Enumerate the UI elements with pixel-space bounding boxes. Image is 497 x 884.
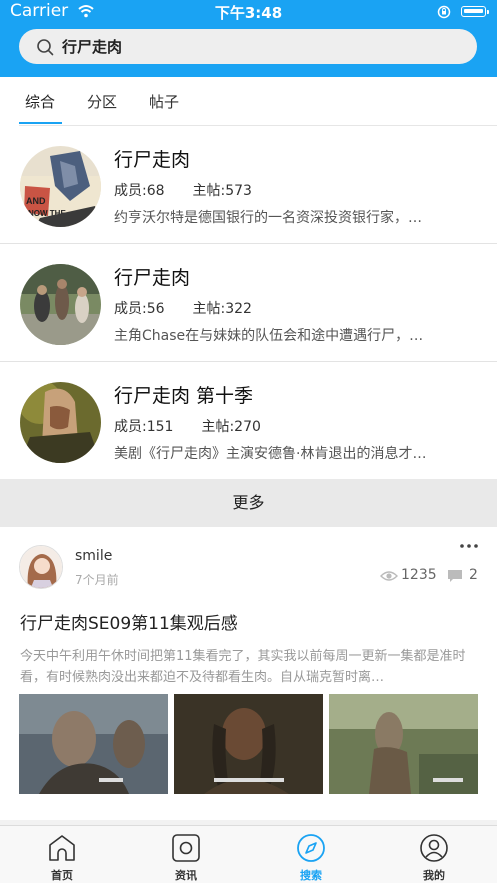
status-time: 下午3:48 — [214, 4, 283, 22]
tab-bar: 综合 分区 帖子 — [19, 77, 497, 126]
compass-icon — [297, 834, 325, 862]
nav-item-news[interactable]: 资讯 — [146, 826, 226, 884]
comment-icon — [448, 570, 462, 582]
post-title[interactable]: 行尸走肉SE09第11集观后感 — [20, 609, 238, 634]
profile-icon — [420, 834, 448, 862]
battery-icon — [461, 6, 489, 17]
group-members: 成员:68 — [114, 183, 165, 199]
search-bar[interactable]: 行尸走肉 — [19, 29, 477, 64]
nav-label: 资讯 — [175, 869, 197, 882]
tab-sections[interactable]: 分区 — [87, 91, 117, 112]
post-image[interactable] — [19, 694, 168, 794]
group-members: 成员:56 — [114, 301, 165, 317]
tab-posts[interactable]: 帖子 — [149, 91, 179, 112]
post-image[interactable] — [174, 694, 323, 794]
tab-all[interactable]: 综合 — [25, 91, 55, 112]
nav-item-home[interactable]: 首页 — [22, 826, 102, 884]
group-posts: 主帖:573 — [192, 183, 252, 199]
group-stats: 成员:151 主帖:270 — [114, 416, 289, 436]
active-tab-indicator — [19, 122, 62, 124]
group-posts: 主帖:322 — [192, 301, 252, 317]
post-image[interactable] — [329, 694, 478, 794]
news-icon — [172, 834, 200, 862]
nav-label: 搜索 — [300, 869, 322, 882]
home-icon — [49, 835, 75, 861]
group-description: 主角Chase在与妹妹的队伍会和途中遭遇行尸，… — [114, 328, 424, 344]
group-members: 成员:151 — [114, 419, 174, 435]
post-card[interactable]: smile 7个月前 1235 2 行尸走肉SE09第11集观后感 今天中午利用… — [0, 527, 497, 820]
group-description: 美剧《行尸走肉》主演安德鲁·林肯退出的消息才… — [114, 446, 427, 462]
group-name: 行尸走肉 第十季 — [114, 385, 254, 407]
search-icon — [37, 39, 54, 56]
post-excerpt: 今天中午利用午休时间把第11集看完了，其实我以前每周一更新一集都是准时看，有时候… — [20, 649, 466, 685]
group-posts: 主帖:270 — [201, 419, 261, 435]
search-input[interactable]: 行尸走肉 — [62, 36, 122, 57]
group-item[interactable]: 行尸走肉 成员:56 主帖:322 主角Chase在与妹妹的队伍会和途中遭遇行尸，… — [0, 243, 497, 362]
status-bar: Carrier 下午3:48 — [0, 0, 497, 24]
nav-item-search[interactable]: 搜索 — [271, 826, 351, 884]
group-avatar — [20, 264, 101, 345]
rotation-lock-icon — [437, 5, 451, 19]
more-options-icon[interactable] — [458, 541, 480, 551]
svg-text:AND: AND — [26, 196, 46, 206]
post-username[interactable]: smile — [75, 548, 112, 564]
post-avatar[interactable] — [19, 545, 63, 589]
group-item[interactable]: AND NOW THE 行尸走肉 成员:68 主帖:573 约亨沃尔特是德国银行的… — [0, 125, 497, 244]
post-views: 1235 — [401, 567, 437, 583]
group-avatar — [20, 382, 101, 463]
header: Carrier 下午3:48 行尸走肉 — [0, 0, 497, 77]
bottom-nav: 首页 资讯 搜索 我的 — [0, 825, 497, 883]
nav-label: 首页 — [51, 869, 73, 882]
post-time: 7个月前 — [75, 573, 119, 587]
nav-item-profile[interactable]: 我的 — [394, 826, 474, 884]
group-item[interactable]: 行尸走肉 第十季 成员:151 主帖:270 美剧《行尸走肉》主演安德鲁·林肯退出… — [0, 361, 497, 480]
group-stats: 成员:56 主帖:322 — [114, 298, 280, 318]
nav-label: 我的 — [423, 869, 445, 882]
views-icon — [380, 571, 398, 581]
more-button[interactable]: 更多 — [0, 479, 497, 527]
group-avatar: AND NOW THE — [20, 146, 101, 227]
group-stats: 成员:68 主帖:573 — [114, 180, 280, 200]
group-name: 行尸走肉 — [114, 149, 191, 171]
group-name: 行尸走肉 — [114, 267, 191, 289]
post-comments: 2 — [469, 567, 478, 583]
group-description: 约亨沃尔特是德国银行的一名资深投资银行家，… — [114, 210, 422, 226]
